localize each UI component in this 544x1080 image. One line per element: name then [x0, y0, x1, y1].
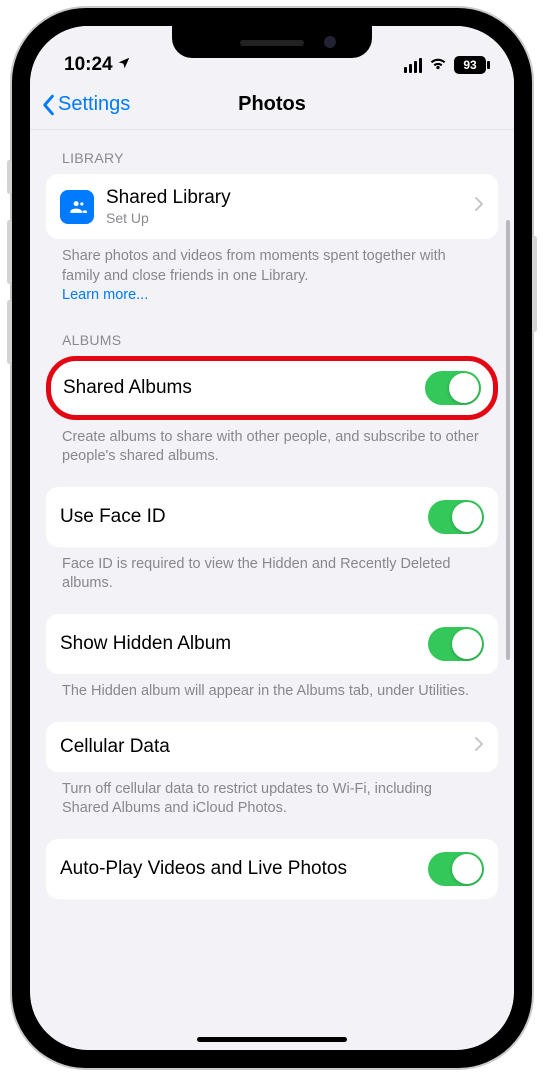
section-header-albums: ALBUMS — [46, 306, 498, 356]
scroll-indicator — [506, 220, 510, 660]
shared-albums-group: Shared Albums — [46, 356, 498, 420]
battery-indicator: 93 — [454, 56, 486, 74]
cellular-signal-icon — [404, 58, 422, 73]
shared-albums-row[interactable]: Shared Albums — [51, 361, 493, 415]
cellular-group: Cellular Data — [46, 722, 498, 772]
cellular-footer: Turn off cellular data to restrict updat… — [46, 772, 498, 819]
hidden-footer: The Hidden album will appear in the Albu… — [46, 674, 498, 702]
faceid-title: Use Face ID — [60, 506, 416, 528]
mute-switch — [7, 160, 12, 194]
location-icon — [117, 54, 131, 76]
front-camera — [324, 36, 336, 48]
autoplay-group: Auto-Play Videos and Live Photos — [46, 839, 498, 899]
chevron-right-icon — [474, 196, 484, 217]
faceid-row[interactable]: Use Face ID — [46, 487, 498, 547]
shared-library-row[interactable]: Shared Library Set Up — [46, 174, 498, 239]
shared-library-icon — [60, 190, 94, 224]
settings-content[interactable]: LIBRARY Shared Library Set Up — [30, 130, 514, 1050]
wifi-icon — [428, 54, 448, 76]
cellular-title: Cellular Data — [60, 736, 462, 758]
section-header-library: LIBRARY — [46, 130, 498, 174]
hidden-row[interactable]: Show Hidden Album — [46, 614, 498, 674]
library-group: Shared Library Set Up — [46, 174, 498, 239]
nav-bar: Settings Photos — [30, 80, 514, 130]
learn-more-link[interactable]: Learn more... — [62, 287, 148, 303]
volume-down-button — [7, 300, 12, 364]
page-title: Photos — [238, 93, 306, 116]
shared-albums-title: Shared Albums — [63, 377, 413, 399]
cellular-row[interactable]: Cellular Data — [46, 722, 498, 772]
battery-percent: 93 — [463, 58, 476, 72]
power-button — [532, 236, 537, 332]
volume-up-button — [7, 220, 12, 284]
phone-frame: 10:24 93 Settings — [12, 8, 532, 1068]
home-indicator[interactable] — [197, 1037, 347, 1042]
shared-albums-toggle[interactable] — [425, 371, 481, 405]
faceid-footer: Face ID is required to view the Hidden a… — [46, 547, 498, 594]
shared-albums-footer: Create albums to share with other people… — [46, 420, 498, 467]
library-footer-text: Share photos and videos from moments spe… — [62, 248, 446, 284]
notch — [172, 26, 372, 58]
shared-library-title: Shared Library — [106, 187, 462, 209]
faceid-group: Use Face ID — [46, 487, 498, 547]
hidden-title: Show Hidden Album — [60, 633, 416, 655]
autoplay-toggle[interactable] — [428, 852, 484, 886]
status-time: 10:24 — [64, 54, 113, 76]
autoplay-row[interactable]: Auto-Play Videos and Live Photos — [46, 839, 498, 899]
screen: 10:24 93 Settings — [30, 26, 514, 1050]
shared-library-sub: Set Up — [106, 210, 462, 226]
speaker-grille — [240, 40, 304, 46]
autoplay-title: Auto-Play Videos and Live Photos — [60, 857, 416, 881]
back-label: Settings — [58, 93, 130, 116]
back-button[interactable]: Settings — [40, 93, 130, 116]
hidden-toggle[interactable] — [428, 627, 484, 661]
library-footer: Share photos and videos from moments spe… — [46, 239, 498, 306]
faceid-toggle[interactable] — [428, 500, 484, 534]
chevron-right-icon — [474, 736, 484, 757]
hidden-group: Show Hidden Album — [46, 614, 498, 674]
